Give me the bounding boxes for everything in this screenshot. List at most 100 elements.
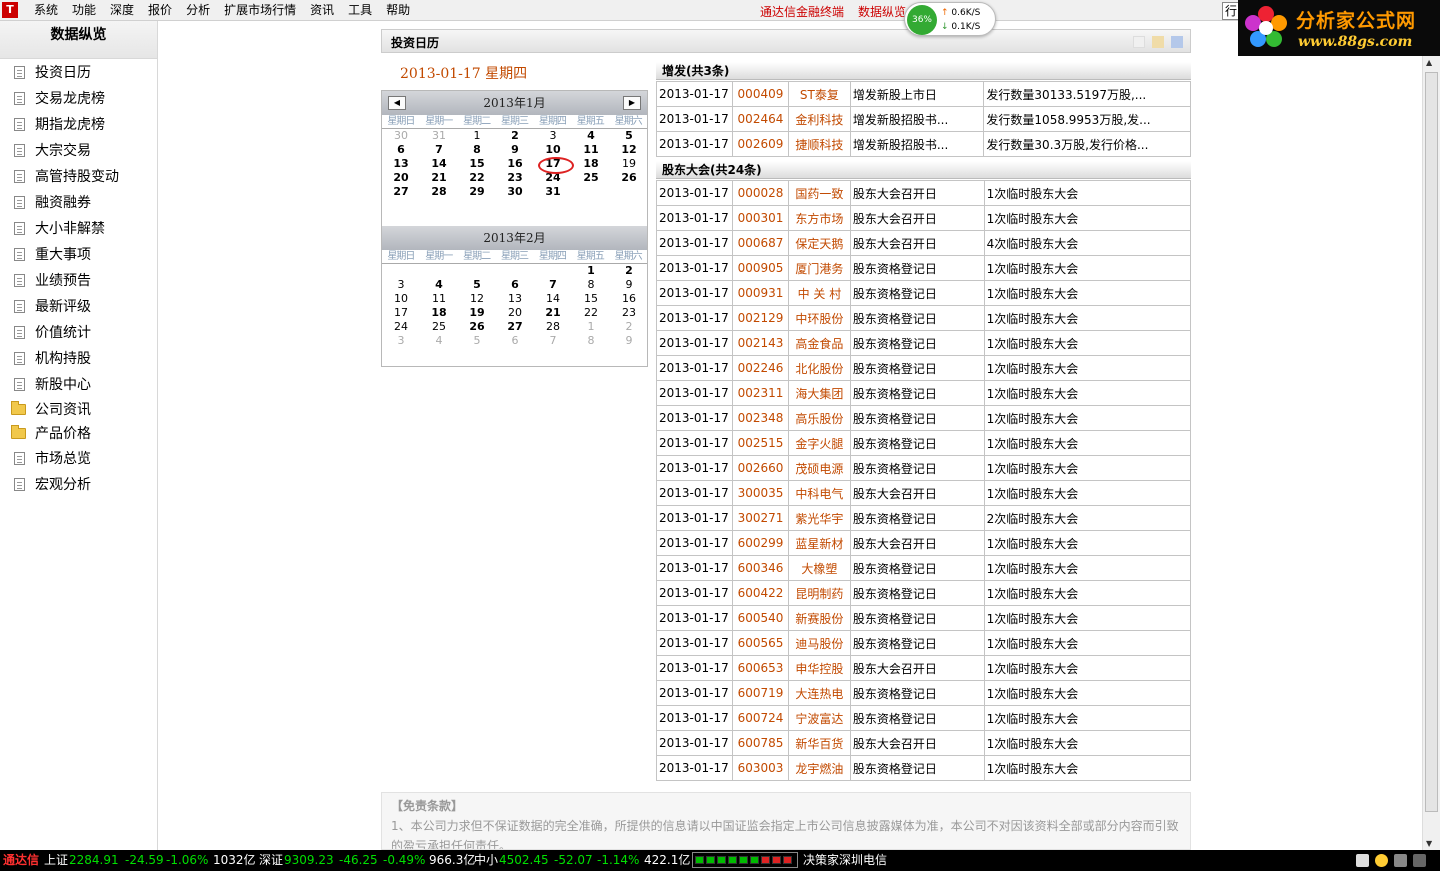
stock-name[interactable]: 紫光华宇	[787, 505, 851, 531]
stock-code[interactable]: 000409	[731, 81, 789, 107]
calendar-day[interactable]: 6	[496, 334, 534, 348]
table-row[interactable]: 2013-01-17 000931 中 关 村股东资格登记日 1次临时股东大会	[656, 280, 1192, 306]
stock-name[interactable]: 国药一致	[787, 180, 851, 206]
calendar-day[interactable]: 4	[420, 334, 458, 348]
calendar-day[interactable]: 23	[496, 171, 534, 185]
app-logo-icon[interactable]: T	[2, 2, 18, 18]
menu-item-7[interactable]: 工具	[341, 3, 379, 18]
calendar-day[interactable]: 26	[458, 320, 496, 334]
calendar-day[interactable]: 1	[458, 129, 496, 143]
calendar-day[interactable]: 2	[610, 264, 648, 278]
stock-name[interactable]: 东方市场	[787, 205, 851, 231]
sidebar-item-1[interactable]: 交易龙虎榜	[0, 85, 157, 111]
sidebar-item-11[interactable]: 机构持股	[0, 345, 157, 371]
theme-swatch-blue[interactable]	[1171, 36, 1183, 48]
table-row[interactable]: 2013-01-17 600785 新华百货 股东大会召开日 1次临时股东大会	[656, 730, 1192, 756]
theme-swatch-gold[interactable]	[1152, 36, 1164, 48]
table-row[interactable]: 2013-01-17 603003 龙宇燃油 股东资格登记日 1次临时股东大会	[656, 755, 1192, 781]
table-row[interactable]: 2013-01-17 600724 宁波富达 股东资格登记日 1次临时股东大会	[656, 705, 1192, 731]
table-row[interactable]: 2013-01-17 600565 迪马股份 股东资格登记日 1次临时股东大会	[656, 630, 1192, 656]
calendar-day[interactable]: 31	[420, 129, 458, 143]
stock-code[interactable]: 002129	[731, 305, 789, 331]
calendar-day[interactable]: 5	[458, 334, 496, 348]
stock-code[interactable]: 000905	[731, 255, 789, 281]
stock-name[interactable]: 迪马股份	[787, 630, 851, 656]
menu-item-5[interactable]: 扩展市场行情	[217, 3, 303, 18]
calendar-day[interactable]: 26	[610, 171, 648, 185]
stock-name[interactable]: 保定天鹅	[787, 230, 851, 256]
stock-code[interactable]: 300271	[731, 505, 789, 531]
menu-link-data-overview[interactable]: 数据纵览	[858, 3, 906, 20]
calendar-day[interactable]: 4	[572, 129, 610, 143]
calendar-day[interactable]: 8	[572, 278, 610, 292]
sidebar-item-13[interactable]: 公司资讯	[0, 397, 157, 421]
calendar-day[interactable]: 28	[420, 185, 458, 199]
antenna-icon[interactable]	[1394, 854, 1407, 867]
sidebar-item-14[interactable]: 产品价格	[0, 421, 157, 445]
calendar-day[interactable]: 23	[610, 306, 648, 320]
calendar-day[interactable]: 2	[610, 320, 648, 334]
stock-name[interactable]: 中科电气	[787, 480, 851, 506]
calendar-day[interactable]: 13	[496, 292, 534, 306]
calendar-day[interactable]: 20	[382, 171, 420, 185]
menu-item-0[interactable]: 系统	[27, 3, 65, 18]
sidebar-item-0[interactable]: 投资日历	[0, 59, 157, 85]
table-row[interactable]: 2013-01-17 000028 国药一致 股东大会召开日 1次临时股东大会	[656, 180, 1192, 206]
calendar-day[interactable]: 13	[382, 157, 420, 171]
sidebar-item-7[interactable]: 重大事项	[0, 241, 157, 267]
stock-name[interactable]: 中环股份	[787, 305, 851, 331]
sidebar-item-5[interactable]: 融资融券	[0, 189, 157, 215]
calendar-day[interactable]: 20	[496, 306, 534, 320]
stock-name[interactable]: 新华百货	[787, 730, 851, 756]
calendar-day[interactable]: 7	[534, 334, 572, 348]
table-row[interactable]: 2013-01-17 000301 东方市场 股东大会召开日 1次临时股东大会	[656, 205, 1192, 231]
stock-code[interactable]: 600719	[731, 680, 789, 706]
sidebar-item-8[interactable]: 业绩预告	[0, 267, 157, 293]
sidebar-item-10[interactable]: 价值统计	[0, 319, 157, 345]
calendar-day[interactable]: 16	[496, 157, 534, 171]
calendar-day[interactable]: 12	[610, 143, 648, 157]
calendar-day[interactable]: 5	[610, 129, 648, 143]
calendar-day[interactable]: 30	[496, 185, 534, 199]
stock-name[interactable]: 金利科技	[787, 106, 851, 132]
stock-code[interactable]: 002143	[731, 330, 789, 356]
stock-code[interactable]: 600422	[731, 580, 789, 606]
stock-code[interactable]: 002464	[731, 106, 789, 132]
calendar-day[interactable]: 22	[572, 306, 610, 320]
stock-name[interactable]: 宁波富达	[787, 705, 851, 731]
stock-code[interactable]: 000687	[731, 230, 789, 256]
table-row[interactable]: 2013-01-17 000687 保定天鹅 股东大会召开日 4次临时股东大会	[656, 230, 1192, 256]
server-name[interactable]: 决策家深圳电信	[803, 850, 887, 871]
menu-item-2[interactable]: 深度	[103, 3, 141, 18]
calendar-day[interactable]: 24	[382, 320, 420, 334]
stock-code[interactable]: 600299	[731, 530, 789, 556]
stock-code[interactable]: 603003	[731, 755, 789, 781]
table-row[interactable]: 2013-01-17 002348 高乐股份 股东资格登记日 1次临时股东大会	[656, 405, 1192, 431]
sidebar-item-3[interactable]: 大宗交易	[0, 137, 157, 163]
table-row[interactable]: 2013-01-17 002143 高金食品 股东资格登记日 1次临时股东大会	[656, 330, 1192, 356]
table-row[interactable]: 2013-01-17 600540 新赛股份 股东资格登记日 1次临时股东大会	[656, 605, 1192, 631]
calendar-day[interactable]: 9	[496, 143, 534, 157]
mail-icon[interactable]	[1356, 854, 1369, 867]
zx-index[interactable]: 4502.45	[499, 850, 549, 871]
calendar-day[interactable]: 7	[534, 278, 572, 292]
scroll-down-icon[interactable]: ▼	[1426, 839, 1432, 848]
calendar-day[interactable]: 11	[420, 292, 458, 306]
sh-index[interactable]: 2284.91	[69, 850, 119, 871]
sidebar-item-9[interactable]: 最新评级	[0, 293, 157, 319]
stock-name[interactable]: 龙宇燃油	[787, 755, 851, 781]
calendar-day[interactable]: 30	[382, 129, 420, 143]
calendar-day[interactable]: 18	[420, 306, 458, 320]
calendar-day[interactable]: 16	[610, 292, 648, 306]
calendar-day[interactable]: 18	[572, 157, 610, 171]
sidebar-item-6[interactable]: 大小非解禁	[0, 215, 157, 241]
table-row[interactable]: 2013-01-17 002660 茂硕电源 股东资格登记日 1次临时股东大会	[656, 455, 1192, 481]
calendar-day[interactable]: 14	[534, 292, 572, 306]
stock-code[interactable]: 600346	[731, 555, 789, 581]
sidebar-item-16[interactable]: 宏观分析	[0, 471, 157, 497]
stock-name[interactable]: 高乐股份	[787, 405, 851, 431]
menu-item-4[interactable]: 分析	[179, 3, 217, 18]
calendar-day[interactable]: 14	[420, 157, 458, 171]
stock-code[interactable]: 002311	[731, 380, 789, 406]
table-row[interactable]: 2013-01-17 600299 蓝星新材 股东大会召开日 1次临时股东大会	[656, 530, 1192, 556]
